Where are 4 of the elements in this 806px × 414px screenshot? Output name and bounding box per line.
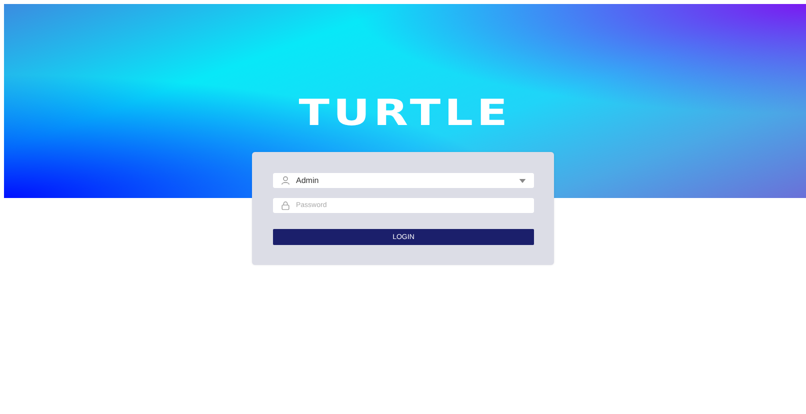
user-icon [281, 176, 290, 185]
logo: TURTLE [298, 96, 512, 132]
user-select[interactable]: Admin [273, 173, 534, 188]
caret-icon [519, 178, 526, 182]
